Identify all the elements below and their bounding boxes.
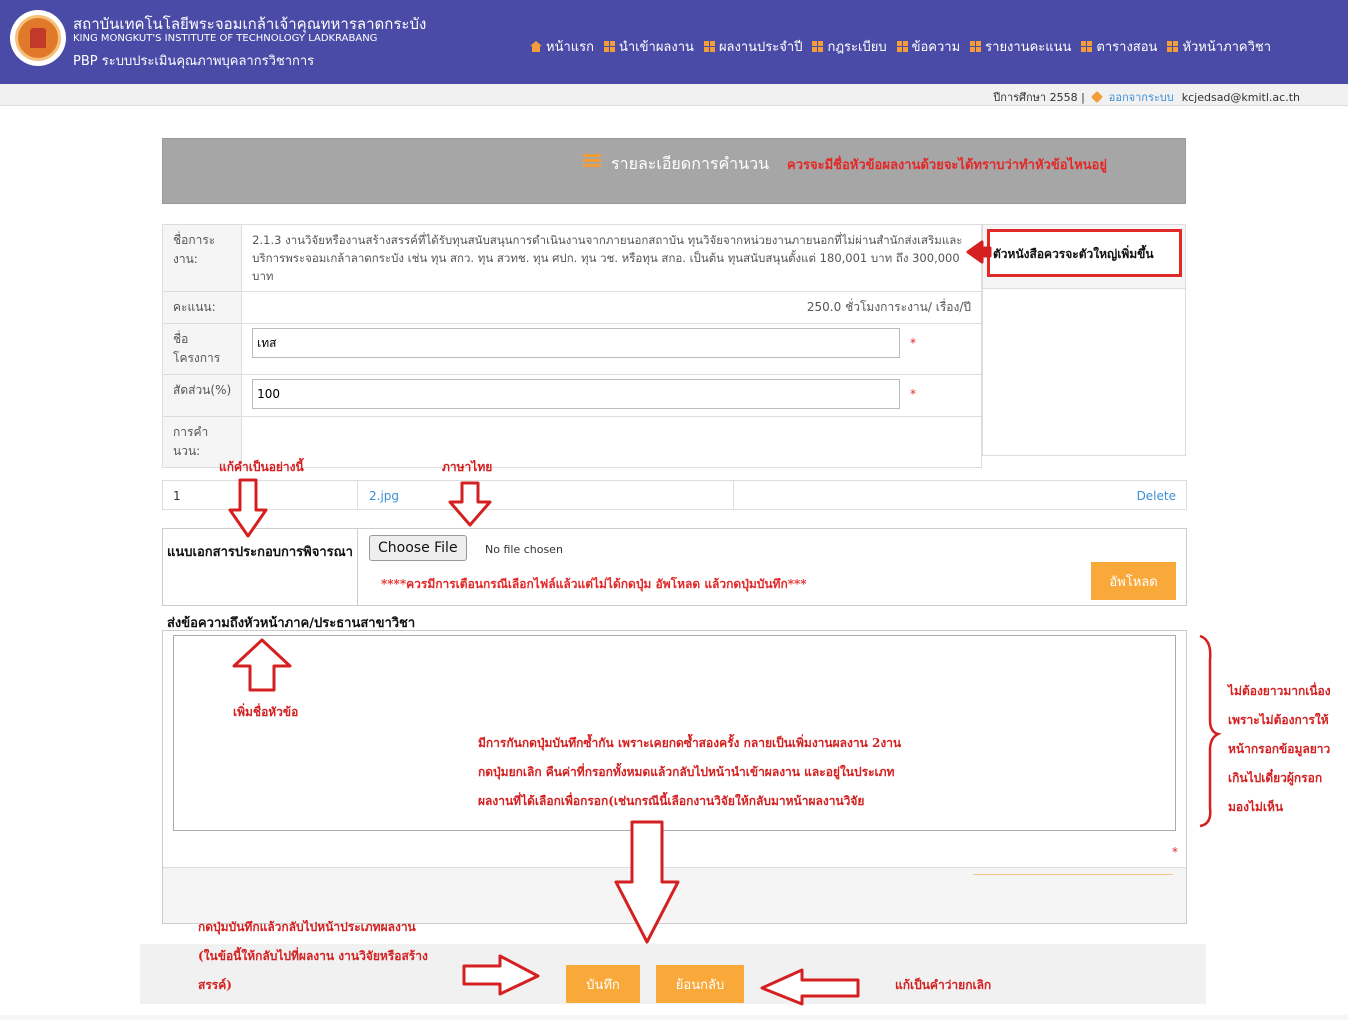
arrow-right-icon <box>462 954 540 996</box>
annotation-arrows <box>228 240 1222 1006</box>
arrow-left-icon <box>966 240 992 264</box>
arrow-down-icon <box>614 820 680 944</box>
brace-icon <box>1199 634 1222 828</box>
arrow-up-icon <box>232 638 292 692</box>
arrow-down-icon <box>448 481 492 527</box>
arrow-down-icon <box>228 478 268 538</box>
arrow-left-icon <box>760 968 860 1006</box>
